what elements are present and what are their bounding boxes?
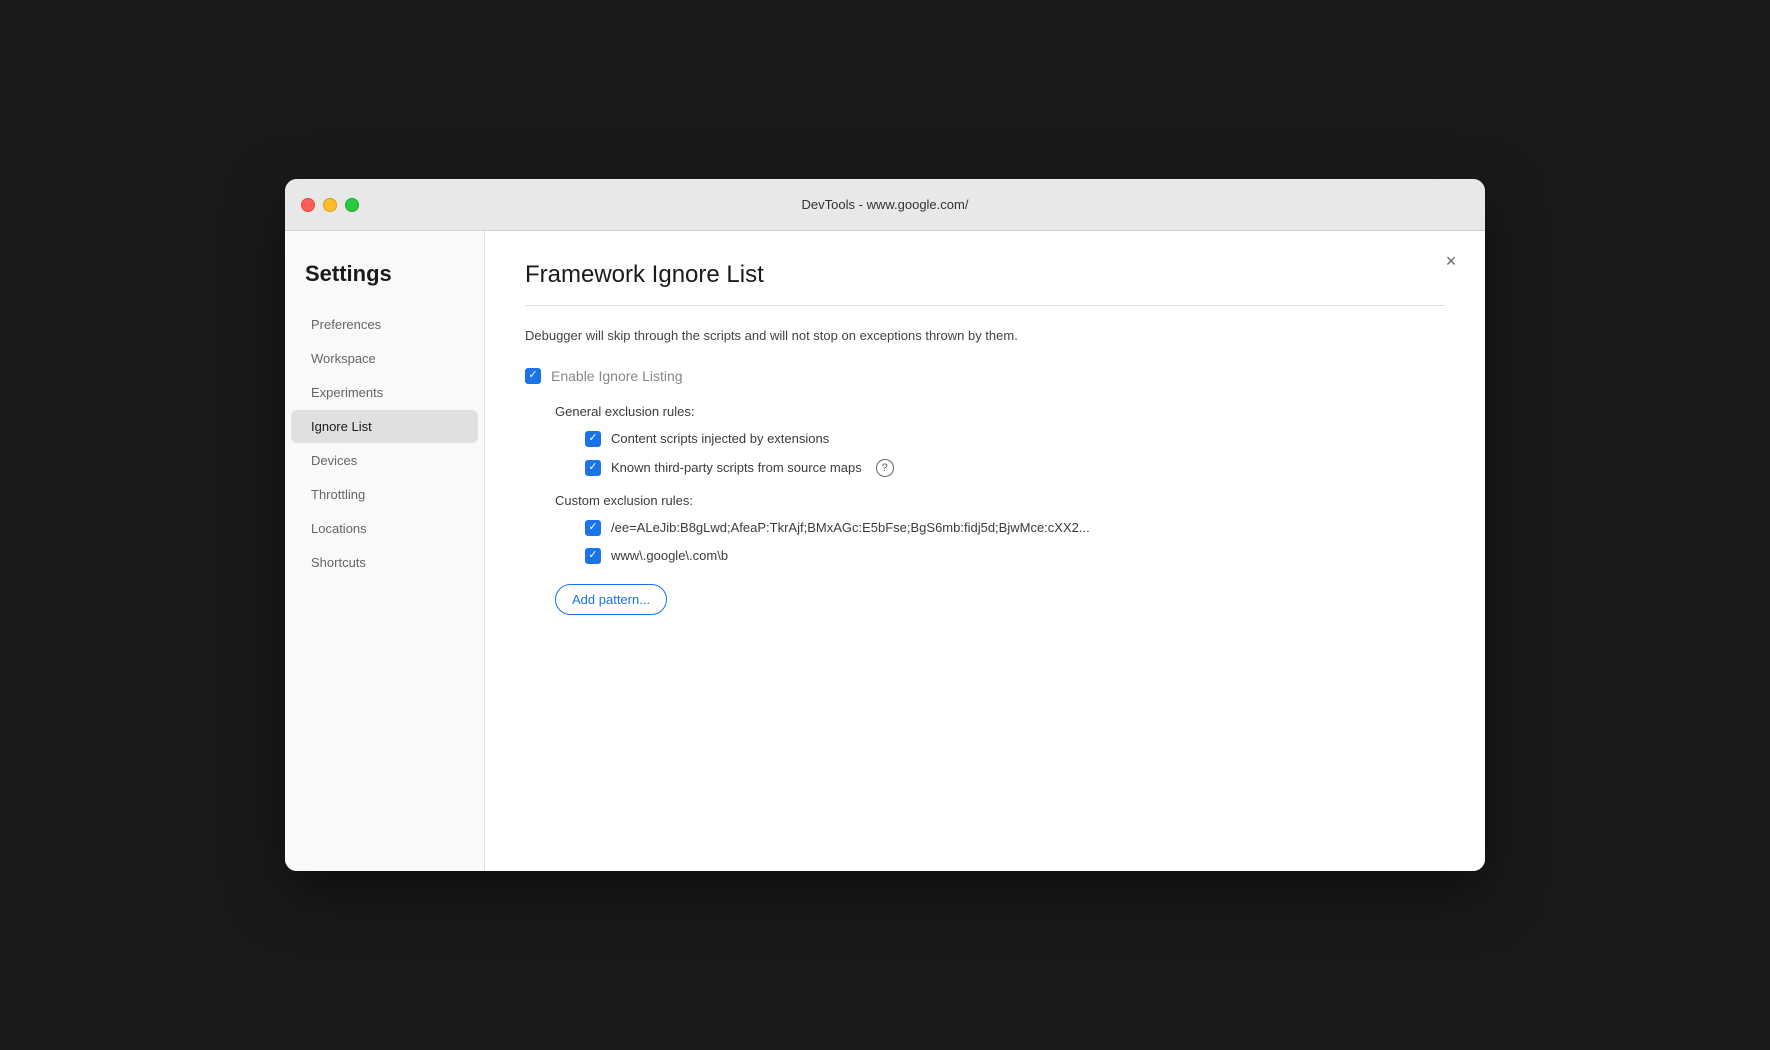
divider	[525, 305, 1445, 306]
titlebar: DevTools - www.google.com/	[285, 179, 1485, 231]
sidebar-item-preferences[interactable]: Preferences	[291, 308, 478, 341]
minimize-traffic-light[interactable]	[323, 198, 337, 212]
sidebar-item-devices[interactable]: Devices	[291, 444, 478, 477]
enable-ignore-listing-label: Enable Ignore Listing	[551, 368, 683, 384]
sidebar-item-experiments[interactable]: Experiments	[291, 376, 478, 409]
sidebar-item-workspace[interactable]: Workspace	[291, 342, 478, 375]
sidebar-title: Settings	[285, 251, 484, 307]
custom-rule-1-label: /ee=ALeJib:B8gLwd;AfeaP:TkrAjf;BMxAGc:E5…	[611, 520, 1090, 535]
custom-exclusion-label: Custom exclusion rules:	[555, 493, 1445, 508]
description: Debugger will skip through the scripts a…	[525, 326, 1445, 346]
sidebar-item-ignore-list[interactable]: Ignore List	[291, 410, 478, 443]
sidebar: Settings Preferences Workspace Experimen…	[285, 231, 485, 871]
help-icon[interactable]: ?	[876, 459, 894, 477]
sidebar-item-throttling[interactable]: Throttling	[291, 478, 478, 511]
enable-ignore-listing-row: ✓ Enable Ignore Listing	[525, 368, 1445, 384]
checkmark-icon: ✓	[528, 370, 537, 381]
enable-ignore-listing-checkbox[interactable]: ✓	[525, 368, 541, 384]
traffic-lights	[301, 198, 359, 212]
sidebar-item-shortcuts[interactable]: Shortcuts	[291, 546, 478, 579]
custom-exclusion-section: Custom exclusion rules: ✓ /ee=ALeJib:B8g…	[555, 493, 1445, 615]
custom-rule-2-label: www\.google\.com\b	[611, 548, 728, 563]
third-party-scripts-checkbox[interactable]: ✓	[585, 460, 601, 476]
checkmark-icon: ✓	[588, 550, 597, 561]
third-party-scripts-label: Known third-party scripts from source ma…	[611, 460, 862, 475]
sidebar-item-locations[interactable]: Locations	[291, 512, 478, 545]
add-pattern-button[interactable]: Add pattern...	[555, 584, 667, 615]
custom-rule-1-checkbox[interactable]: ✓	[585, 520, 601, 536]
close-button[interactable]: ×	[1437, 247, 1465, 275]
custom-rule-2-checkbox[interactable]: ✓	[585, 548, 601, 564]
third-party-scripts-row: ✓ Known third-party scripts from source …	[585, 459, 1445, 477]
main-content: × Framework Ignore List Debugger will sk…	[485, 231, 1485, 871]
custom-rule-1-row: ✓ /ee=ALeJib:B8gLwd;AfeaP:TkrAjf;BMxAGc:…	[585, 520, 1445, 536]
checkmark-icon: ✓	[588, 522, 597, 533]
general-exclusion-label: General exclusion rules:	[555, 404, 1445, 419]
checkmark-icon: ✓	[588, 462, 597, 473]
content-scripts-checkbox[interactable]: ✓	[585, 431, 601, 447]
maximize-traffic-light[interactable]	[345, 198, 359, 212]
close-traffic-light[interactable]	[301, 198, 315, 212]
content-scripts-label: Content scripts injected by extensions	[611, 431, 829, 446]
titlebar-title: DevTools - www.google.com/	[802, 197, 969, 212]
content-scripts-row: ✓ Content scripts injected by extensions	[585, 431, 1445, 447]
window-content: Settings Preferences Workspace Experimen…	[285, 231, 1485, 871]
checkmark-icon: ✓	[588, 433, 597, 444]
devtools-window: DevTools - www.google.com/ Settings Pref…	[285, 179, 1485, 871]
general-exclusion-section: General exclusion rules: ✓ Content scrip…	[555, 404, 1445, 477]
custom-rule-2-row: ✓ www\.google\.com\b	[585, 548, 1445, 564]
page-title: Framework Ignore List	[525, 261, 1445, 289]
